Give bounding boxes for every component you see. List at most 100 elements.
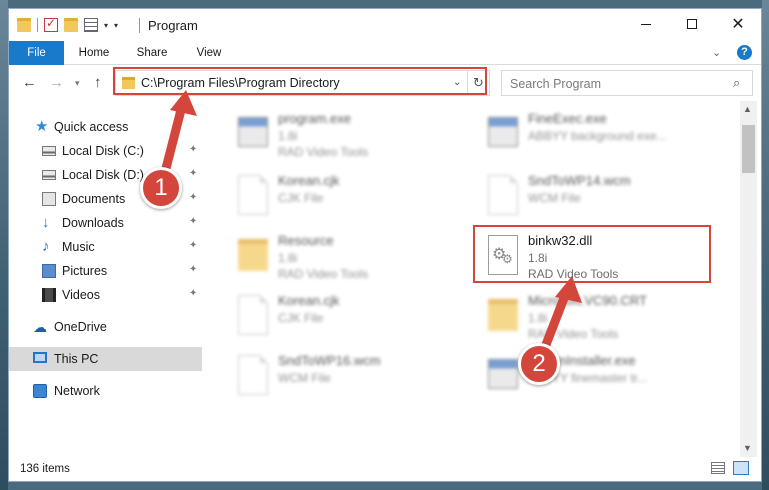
document-file-icon [238,295,268,335]
pictures-icon [42,264,56,278]
step-1-badge: 1 [140,167,182,209]
sidebar-item-label: This PC [54,352,99,366]
drive-icon [42,146,56,156]
pin-icon[interactable]: ✦ [189,240,197,251]
details-view-icon[interactable] [711,462,725,474]
file-name: Resource [278,233,334,248]
download-icon: ↓ [42,214,50,231]
minimize-icon [641,23,651,25]
file-name: Korean.cjk [278,173,340,188]
sidebar-item-pictures[interactable]: Pictures ✦ [9,259,202,283]
file-item[interactable]: SndToWP14.wcm WCM File [470,169,710,227]
exe-file-icon [488,117,518,147]
file-company: RAD Video Tools [278,267,369,281]
sidebar-item-videos[interactable]: Videos ✦ [9,283,202,307]
pin-icon[interactable]: ✦ [189,168,197,179]
file-description: ABBYY background exe... [528,129,667,143]
exe-file-icon [488,359,518,389]
expand-ribbon-icon[interactable]: ⌄ [712,46,721,59]
title-bar: ▾ ▾ Program ✕ [9,9,761,41]
file-version: 1.8i [528,311,548,325]
search-input[interactable]: Search Program ⌕ [501,70,753,96]
file-type: WCM File [278,371,331,385]
file-item[interactable]: Korean.cjk CJK File [220,289,460,347]
sidebar-item-label: Pictures [62,264,108,278]
file-item[interactable]: FineExec.exe ABBYY background exe... [470,107,710,165]
file-item[interactable]: Korean.cjk CJK File [220,169,460,227]
sidebar-item-local-disk-c[interactable]: Local Disk (C:) ✦ [9,139,202,163]
maximize-icon [687,19,697,29]
sidebar-item-network[interactable]: Network [9,379,202,403]
file-item[interactable]: program.exe 1.8i RAD Video Tools [220,107,460,165]
file-company: RAD Video Tools [528,327,619,341]
status-bar: 136 items [9,457,761,481]
scroll-down-icon[interactable]: ▼ [743,443,752,453]
ribbon-tabs: File Home Share View ⌄ ? [9,41,761,99]
help-icon[interactable]: ? [737,45,752,60]
pin-icon[interactable]: ✦ [189,192,197,203]
file-type: WCM File [528,191,581,205]
sidebar-item-music[interactable]: ♪ Music ✦ [9,235,202,259]
document-file-icon [238,355,268,395]
sidebar-item-downloads[interactable]: ↓ Downloads ✦ [9,211,202,235]
music-icon: ♪ [42,238,50,255]
up-button[interactable]: ↑ [94,74,102,91]
search-icon[interactable]: ⌕ [733,75,740,91]
pin-icon[interactable]: ✦ [189,216,197,227]
file-name: SndToWP16.wcm [278,353,381,368]
file-name: Korean.cjk [278,293,340,308]
customize-toolbar-icon[interactable]: ▾ [114,21,118,30]
pin-icon[interactable]: ✦ [189,288,197,299]
sidebar-item-label: OneDrive [54,320,107,334]
folder-icon [238,239,268,271]
sidebar-item-onedrive[interactable]: ☁ OneDrive [9,315,202,339]
scrollbar-thumb[interactable] [742,125,755,173]
chevron-down-icon[interactable]: ▾ [104,21,108,30]
file-name: Microsoft.VC90.CRT [528,293,647,308]
file-item[interactable]: Microsoft.VC90.CRT 1.8i RAD Video Tools [470,289,710,347]
sidebar-item-label: Network [54,384,100,398]
file-version: 1.8i [278,251,298,265]
sidebar-item-label: Local Disk (D:) [62,168,144,182]
sidebar-item-label: Documents [62,192,126,206]
forward-button[interactable]: → [49,74,64,91]
file-type: CJK File [278,191,324,205]
quick-access-toolbar: ▾ ▾ [17,16,118,34]
file-type: CJK File [278,311,324,325]
sidebar-item-this-pc[interactable]: This PC [9,347,202,371]
document-file-icon [238,175,268,215]
title-divider [139,18,140,33]
close-icon: ✕ [731,16,745,33]
pin-icon[interactable]: ✦ [189,144,197,155]
close-button[interactable]: ✕ [715,9,761,39]
search-placeholder: Search Program [510,77,602,91]
scroll-up-icon[interactable]: ▲ [743,104,752,114]
file-item[interactable]: SndToWP16.wcm WCM File [220,349,460,407]
sidebar-item-label: Music [62,240,95,254]
file-item[interactable]: ParamInstaller.exe ABBYY finemaster tr..… [470,349,710,407]
new-folder-icon[interactable] [64,18,78,32]
document-file-icon [488,175,518,215]
recent-locations-icon[interactable]: ▾ [75,78,80,89]
computer-icon [33,352,47,363]
exe-file-icon [238,117,268,147]
cloud-icon: ☁ [33,319,47,335]
sidebar-item-quick-access[interactable]: ★ Quick access [9,115,202,139]
vertical-scrollbar[interactable]: ▲ ▼ [740,101,757,457]
file-item[interactable]: Resource 1.8i RAD Video Tools [220,229,460,287]
tab-view[interactable]: View [184,41,234,65]
tab-home[interactable]: Home [69,41,119,65]
network-icon [33,384,47,398]
pin-icon[interactable]: ✦ [189,264,197,275]
tab-share[interactable]: Share [127,41,177,65]
view-options-icon[interactable] [84,18,98,32]
minimize-button[interactable] [623,9,669,39]
sidebar-item-label: Downloads [62,216,124,230]
sidebar-item-label: Quick access [54,120,129,134]
back-button[interactable]: ← [22,74,37,91]
step-2-badge: 2 [518,343,560,385]
maximize-button[interactable] [669,9,715,39]
item-count: 136 items [20,463,70,475]
large-icons-view-icon[interactable] [733,461,749,475]
properties-check-icon[interactable] [44,16,58,32]
